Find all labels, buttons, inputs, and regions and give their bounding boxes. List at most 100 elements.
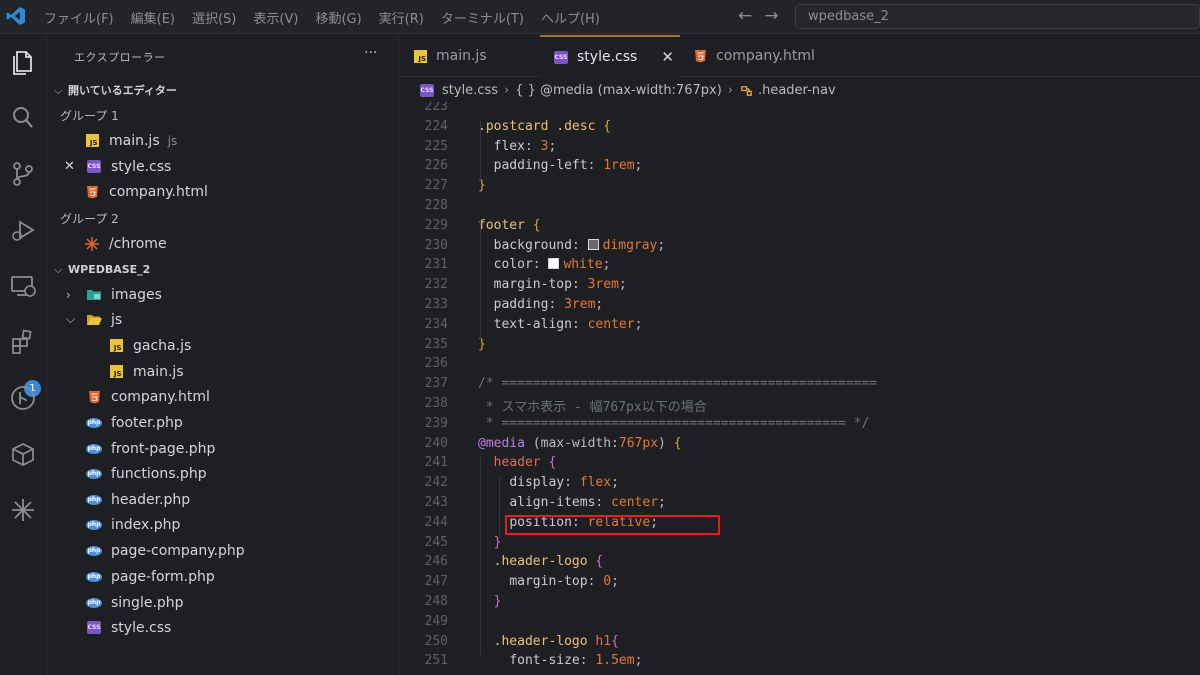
line-number: 225 [424, 138, 448, 154]
breadcrumb-file[interactable]: style.css [442, 83, 498, 98]
code-line[interactable]: } [478, 337, 486, 352]
activity-bar: 1 [0, 35, 47, 675]
menu-item[interactable]: 表示(V) [253, 8, 298, 27]
php-file-icon: php [86, 545, 102, 556]
git-graph-icon[interactable] [8, 383, 38, 413]
php-file-icon: php [86, 519, 102, 530]
indent-guide [480, 219, 481, 339]
code-line[interactable]: header { [478, 455, 557, 470]
code-line[interactable]: .postcard .desc { [478, 119, 611, 134]
code-line[interactable]: margin-top: 0; [478, 574, 619, 589]
code-line[interactable]: padding: 3rem; [478, 297, 604, 312]
chevron-right-icon: › [727, 82, 733, 98]
code-line[interactable]: color: white; [478, 257, 611, 272]
code-line[interactable]: @media (max-width:767px) { [478, 436, 682, 451]
code-line[interactable]: padding-left: 1rem; [478, 158, 643, 173]
open-editor-main-js[interactable]: JS main.js js [48, 128, 399, 153]
code-line[interactable]: .header-logo { [478, 554, 604, 569]
remote-explorer-icon[interactable] [8, 271, 38, 301]
forward-arrow-icon[interactable]: → [764, 6, 778, 26]
chevron-down-icon: ⌵ [66, 312, 76, 326]
tab-company-html[interactable]: company.html [680, 35, 850, 77]
line-number: 234 [424, 316, 448, 332]
line-number: 229 [424, 217, 448, 233]
menu-bar: ファイル(F) 編集(E) 選択(S) 表示(V) 移動(G) 実行(R) ターミナル(T)… [44, 0, 617, 34]
js-file-icon: JS [85, 134, 99, 147]
line-number: 238 [424, 396, 448, 411]
tree-file-company-html[interactable]: company.html [48, 384, 399, 409]
menu-item[interactable]: 移動(G) [315, 8, 361, 27]
tree-file-main-js[interactable]: JS main.js [48, 359, 399, 384]
tab-style-css[interactable]: CSS style.css ✕ [540, 35, 680, 77]
code-line[interactable]: .header-logo h1{ [478, 634, 619, 649]
code-line[interactable]: text-align: center; [478, 317, 643, 332]
html-file-icon [86, 185, 98, 198]
ai-sparkle-icon[interactable] [8, 495, 38, 525]
code-line[interactable]: /* =====================================… [478, 376, 877, 391]
breadcrumb-media[interactable]: { } @media (max-width:767px) [515, 83, 722, 98]
php-file-icon: php [86, 597, 102, 608]
run-debug-icon[interactable] [8, 215, 38, 245]
line-number: 226 [424, 158, 448, 174]
menu-item[interactable]: 選択(S) [192, 8, 236, 27]
tree-file-front-page-php[interactable]: php front-page.php [48, 436, 399, 461]
tree-file-single-php[interactable]: php single.php [48, 590, 399, 615]
code-line[interactable]: flex: 3; [478, 139, 557, 154]
open-editor-style-css[interactable]: ✕ CSS style.css [48, 154, 399, 179]
command-center-search[interactable]: wpedbase_2 [795, 4, 1200, 29]
tree-folder-js[interactable]: ⌵ js [48, 307, 399, 332]
more-actions-icon[interactable]: ··· [364, 45, 377, 61]
code-line[interactable]: * ======================================… [478, 416, 870, 431]
tree-folder-images[interactable]: › images [48, 282, 399, 307]
explorer-sidebar: エクスプローラー ··· ⌵ 開いているエディター グループ 1 JS main.… [48, 35, 399, 675]
line-number: 242 [424, 475, 448, 491]
code-line[interactable]: background: dimgray; [478, 238, 666, 253]
tree-file-style-css[interactable]: CSS style.css [48, 615, 399, 640]
close-tab-icon[interactable]: ✕ [661, 48, 674, 66]
line-number: 249 [424, 613, 448, 629]
close-icon[interactable]: ✕ [64, 159, 78, 174]
code-editor[interactable]: 223 224 .postcard .desc {225 flex: 3; 226 p… [400, 102, 1200, 675]
tree-file-header-php[interactable]: php header.php [48, 487, 399, 512]
tree-file-index-php[interactable]: php index.php [48, 512, 399, 537]
js-file-icon: JS [414, 49, 427, 63]
tree-file-functions-php[interactable]: php functions.php [48, 461, 399, 486]
code-line[interactable]: * スマホ表示 - 幅767px以下の場合 [478, 396, 707, 415]
tree-file-footer-php[interactable]: php footer.php [48, 410, 399, 435]
tree-file-page-company-php[interactable]: php page-company.php [48, 538, 399, 563]
extensions-icon[interactable] [8, 327, 38, 357]
line-number: 228 [424, 198, 448, 213]
tree-file-gacha-js[interactable]: JS gacha.js [48, 333, 399, 358]
menu-item[interactable]: ターミナル(T) [441, 8, 524, 27]
package-icon[interactable] [8, 439, 38, 469]
css-file-icon: CSS [87, 160, 101, 173]
menu-item[interactable]: 編集(E) [131, 8, 175, 27]
code-line[interactable]: } [478, 535, 502, 550]
menu-item[interactable]: ヘルプ(H) [541, 8, 600, 27]
html-file-icon [695, 50, 706, 63]
workspace-header[interactable]: ⌵ WPEDBASE_2 [54, 263, 150, 277]
code-line[interactable]: } [478, 178, 486, 193]
line-number: 250 [424, 633, 448, 649]
tree-file-page-form-php[interactable]: php page-form.php [48, 564, 399, 589]
menu-item[interactable]: ファイル(F) [44, 8, 114, 27]
open-editor-chrome[interactable]: /chrome [48, 231, 399, 256]
menu-item[interactable]: 実行(R) [379, 8, 424, 27]
code-line[interactable]: margin-top: 3rem; [478, 277, 627, 292]
breadcrumb-selector[interactable]: .header-nav [758, 83, 836, 98]
open-editor-company-html[interactable]: company.html [48, 179, 399, 204]
search-icon[interactable] [8, 103, 38, 133]
selector-symbol-icon [741, 85, 752, 96]
code-line[interactable]: align-items: center; [478, 495, 666, 510]
line-number: 245 [424, 534, 448, 550]
source-control-icon[interactable] [8, 159, 38, 189]
code-line[interactable]: } [478, 594, 502, 609]
php-file-icon: php [86, 571, 102, 582]
explorer-icon[interactable] [8, 47, 38, 77]
code-line[interactable]: footer { [478, 218, 541, 233]
tab-main-js[interactable]: JS main.js [400, 35, 540, 77]
back-arrow-icon[interactable]: ← [738, 6, 752, 26]
open-editors-header[interactable]: ⌵ 開いているエディター [54, 82, 177, 98]
group-2-label: グループ 2 [60, 212, 119, 226]
code-line[interactable]: font-size: 1.5em; [478, 653, 642, 668]
